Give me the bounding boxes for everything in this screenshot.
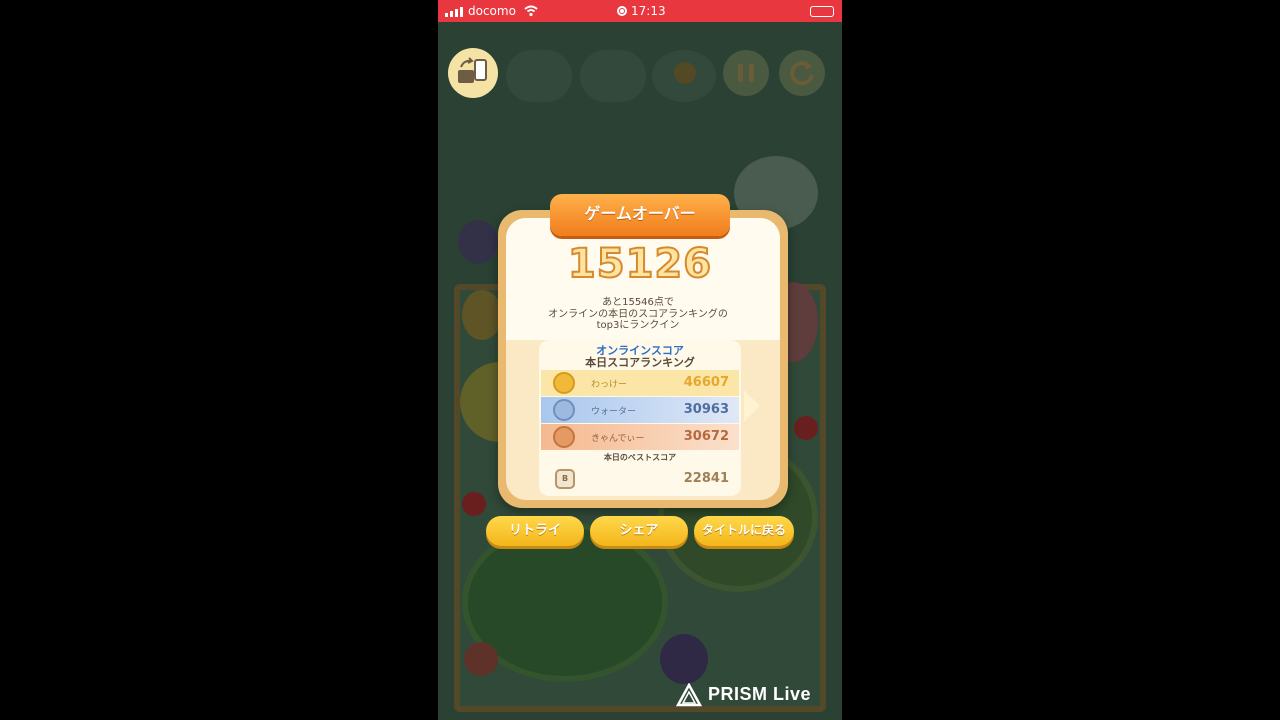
ranking-row-1: わっけー 46607: [541, 370, 739, 396]
back-to-title-button[interactable]: タイトルに戻る: [694, 516, 794, 546]
best-score-label: 本日のベストスコア: [603, 453, 677, 462]
screen-recording-icon: [617, 6, 627, 16]
ranking-name: わっけー: [591, 380, 628, 390]
ranking-next-arrow-icon[interactable]: [744, 390, 760, 422]
ranking-heading-today: 本日スコアランキング: [585, 356, 695, 369]
carrier-label: docomo: [468, 4, 516, 18]
prism-logo-icon: [676, 683, 702, 707]
pause-icon: [738, 64, 743, 82]
best-score-value: 22841: [683, 471, 729, 486]
ranking-row-3: きゃんでぃー 30672: [541, 424, 739, 450]
ranking-name: ウォーター: [591, 407, 637, 417]
restart-icon: [790, 61, 814, 86]
phone-screen: docomo 17:13 ゲームオーバー 15126 あと15546点で オンラ…: [438, 0, 842, 720]
best-score-row: B 22841: [541, 466, 739, 492]
retry-button[interactable]: リトライ: [486, 516, 584, 546]
pause-button[interactable]: [723, 50, 769, 96]
signal-icon: [445, 7, 463, 17]
battery-icon: [810, 6, 834, 17]
clock: 17:13: [631, 4, 666, 18]
ranking-score: 46607: [683, 375, 729, 390]
ranking-score: 30672: [683, 429, 729, 444]
status-bar: docomo 17:13: [438, 0, 842, 22]
ranking-name: きゃんでぃー: [591, 434, 645, 444]
device-switch-button[interactable]: [448, 48, 498, 98]
share-button[interactable]: シェア: [590, 516, 688, 546]
game-over-banner: ゲームオーバー: [546, 194, 734, 240]
final-score: 15126: [567, 240, 713, 288]
score-message-line3: top3にランクイン: [596, 320, 680, 331]
ranking-score: 30963: [683, 402, 729, 417]
ranking-row-2: ウォーター 30963: [541, 397, 739, 423]
restart-button[interactable]: [779, 50, 825, 96]
watermark-text: PRISM Live: [708, 684, 812, 704]
wifi-icon: [524, 5, 538, 17]
device-rotate-icon: [458, 57, 487, 83]
ranking-panel: オンラインスコア 本日スコアランキング わっけー 46607 ウォーター 309…: [539, 340, 741, 496]
silver-medal-icon: [553, 399, 575, 421]
best-rank-badge-icon: B: [555, 469, 575, 489]
bronze-medal-icon: [553, 426, 575, 448]
gold-medal-icon: [553, 372, 575, 394]
